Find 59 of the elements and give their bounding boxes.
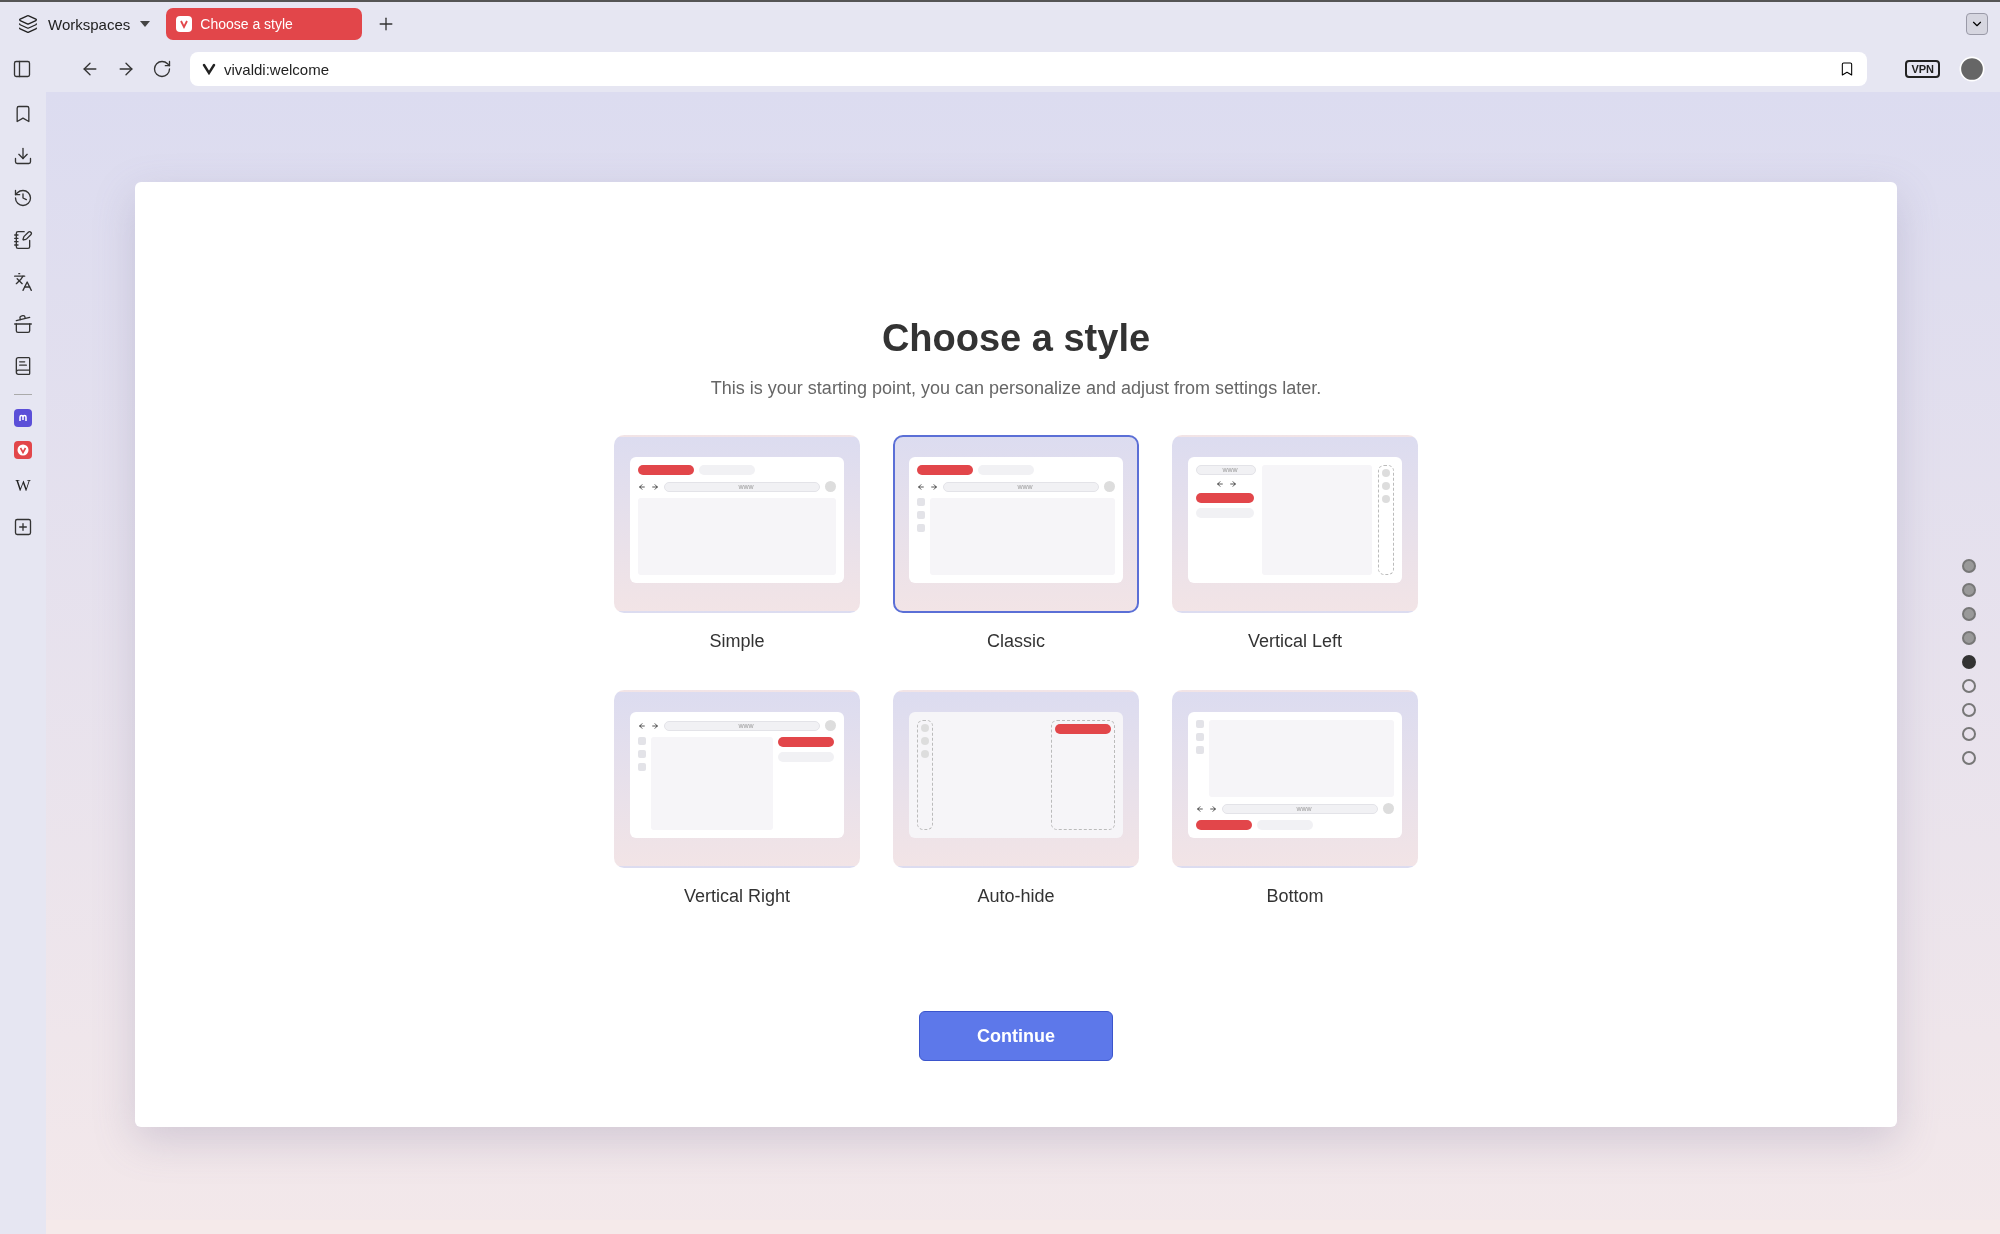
arrow-right-icon (1228, 480, 1237, 488)
arrow-right-icon (1209, 804, 1217, 813)
tab-mock (1055, 724, 1111, 734)
style-label: Bottom (1266, 886, 1324, 907)
arrow-left-icon (1196, 804, 1204, 813)
avatar-mock (825, 720, 836, 731)
tab-list-button[interactable] (1966, 13, 1988, 35)
download-icon[interactable] (13, 146, 33, 166)
step-dot[interactable] (1962, 631, 1976, 645)
notepad-pen-icon[interactable] (13, 230, 33, 250)
avatar-mock (825, 481, 836, 492)
mastodon-icon[interactable] (14, 409, 32, 427)
arrow-left-icon (638, 482, 646, 491)
step-dot[interactable] (1962, 559, 1976, 573)
vivaldi-logo-icon[interactable] (14, 441, 32, 459)
step-dot[interactable] (1962, 727, 1976, 741)
step-dot[interactable] (1962, 583, 1976, 597)
style-label: Vertical Left (1247, 631, 1343, 652)
layers-icon (18, 14, 38, 34)
arrow-left-icon (638, 721, 646, 730)
tab-mock (1196, 493, 1254, 503)
vivaldi-logo-icon (202, 63, 216, 75)
caret-icon (140, 21, 151, 27)
address-field[interactable]: vivaldi:welcome (190, 52, 1868, 86)
panel-toggle-icon[interactable] (12, 59, 32, 79)
tab-mock (917, 465, 973, 475)
web-panel-button[interactable]: W (11, 473, 35, 499)
translate-icon[interactable] (13, 272, 33, 292)
arrow-right-icon (651, 721, 659, 730)
arrow-right-icon (930, 482, 938, 491)
step-dot[interactable] (1962, 607, 1976, 621)
pot-icon[interactable] (13, 314, 33, 334)
tab-mock (778, 737, 834, 747)
history-icon[interactable] (13, 188, 33, 208)
avatar-mock (1104, 481, 1115, 492)
step-dot[interactable] (1962, 655, 1976, 669)
style-label: Simple (709, 631, 765, 652)
book-icon[interactable] (13, 356, 33, 376)
add-panel-icon[interactable] (13, 517, 33, 537)
avatar-mock (1383, 803, 1394, 814)
step-dot[interactable] (1962, 703, 1976, 717)
step-dot[interactable] (1962, 679, 1976, 693)
step-dot[interactable] (1962, 751, 1976, 765)
arrow-right-icon (651, 482, 659, 491)
dialog-title: Choose a style (881, 317, 1151, 360)
dialog-subtitle: This is your starting point, you can personalize and adjust from settings later. (710, 378, 1322, 399)
reload-icon[interactable] (152, 59, 172, 79)
style-label: Classic (987, 631, 1045, 652)
tab-mock (1196, 820, 1252, 830)
vpn-button[interactable]: VPN (1905, 60, 1940, 78)
vivaldi-logo-icon (176, 16, 193, 32)
tab-mock (638, 465, 694, 475)
continue-button[interactable]: Continue (919, 1011, 1113, 1061)
arrow-left-icon (1215, 480, 1224, 488)
style-label: Vertical Right (683, 886, 791, 907)
browser-tab[interactable]: Choose a style (166, 8, 363, 40)
arrow-left-icon (917, 482, 925, 491)
workspaces-button[interactable]: Workspaces (12, 10, 157, 38)
style-label: Auto-hide (977, 886, 1055, 907)
